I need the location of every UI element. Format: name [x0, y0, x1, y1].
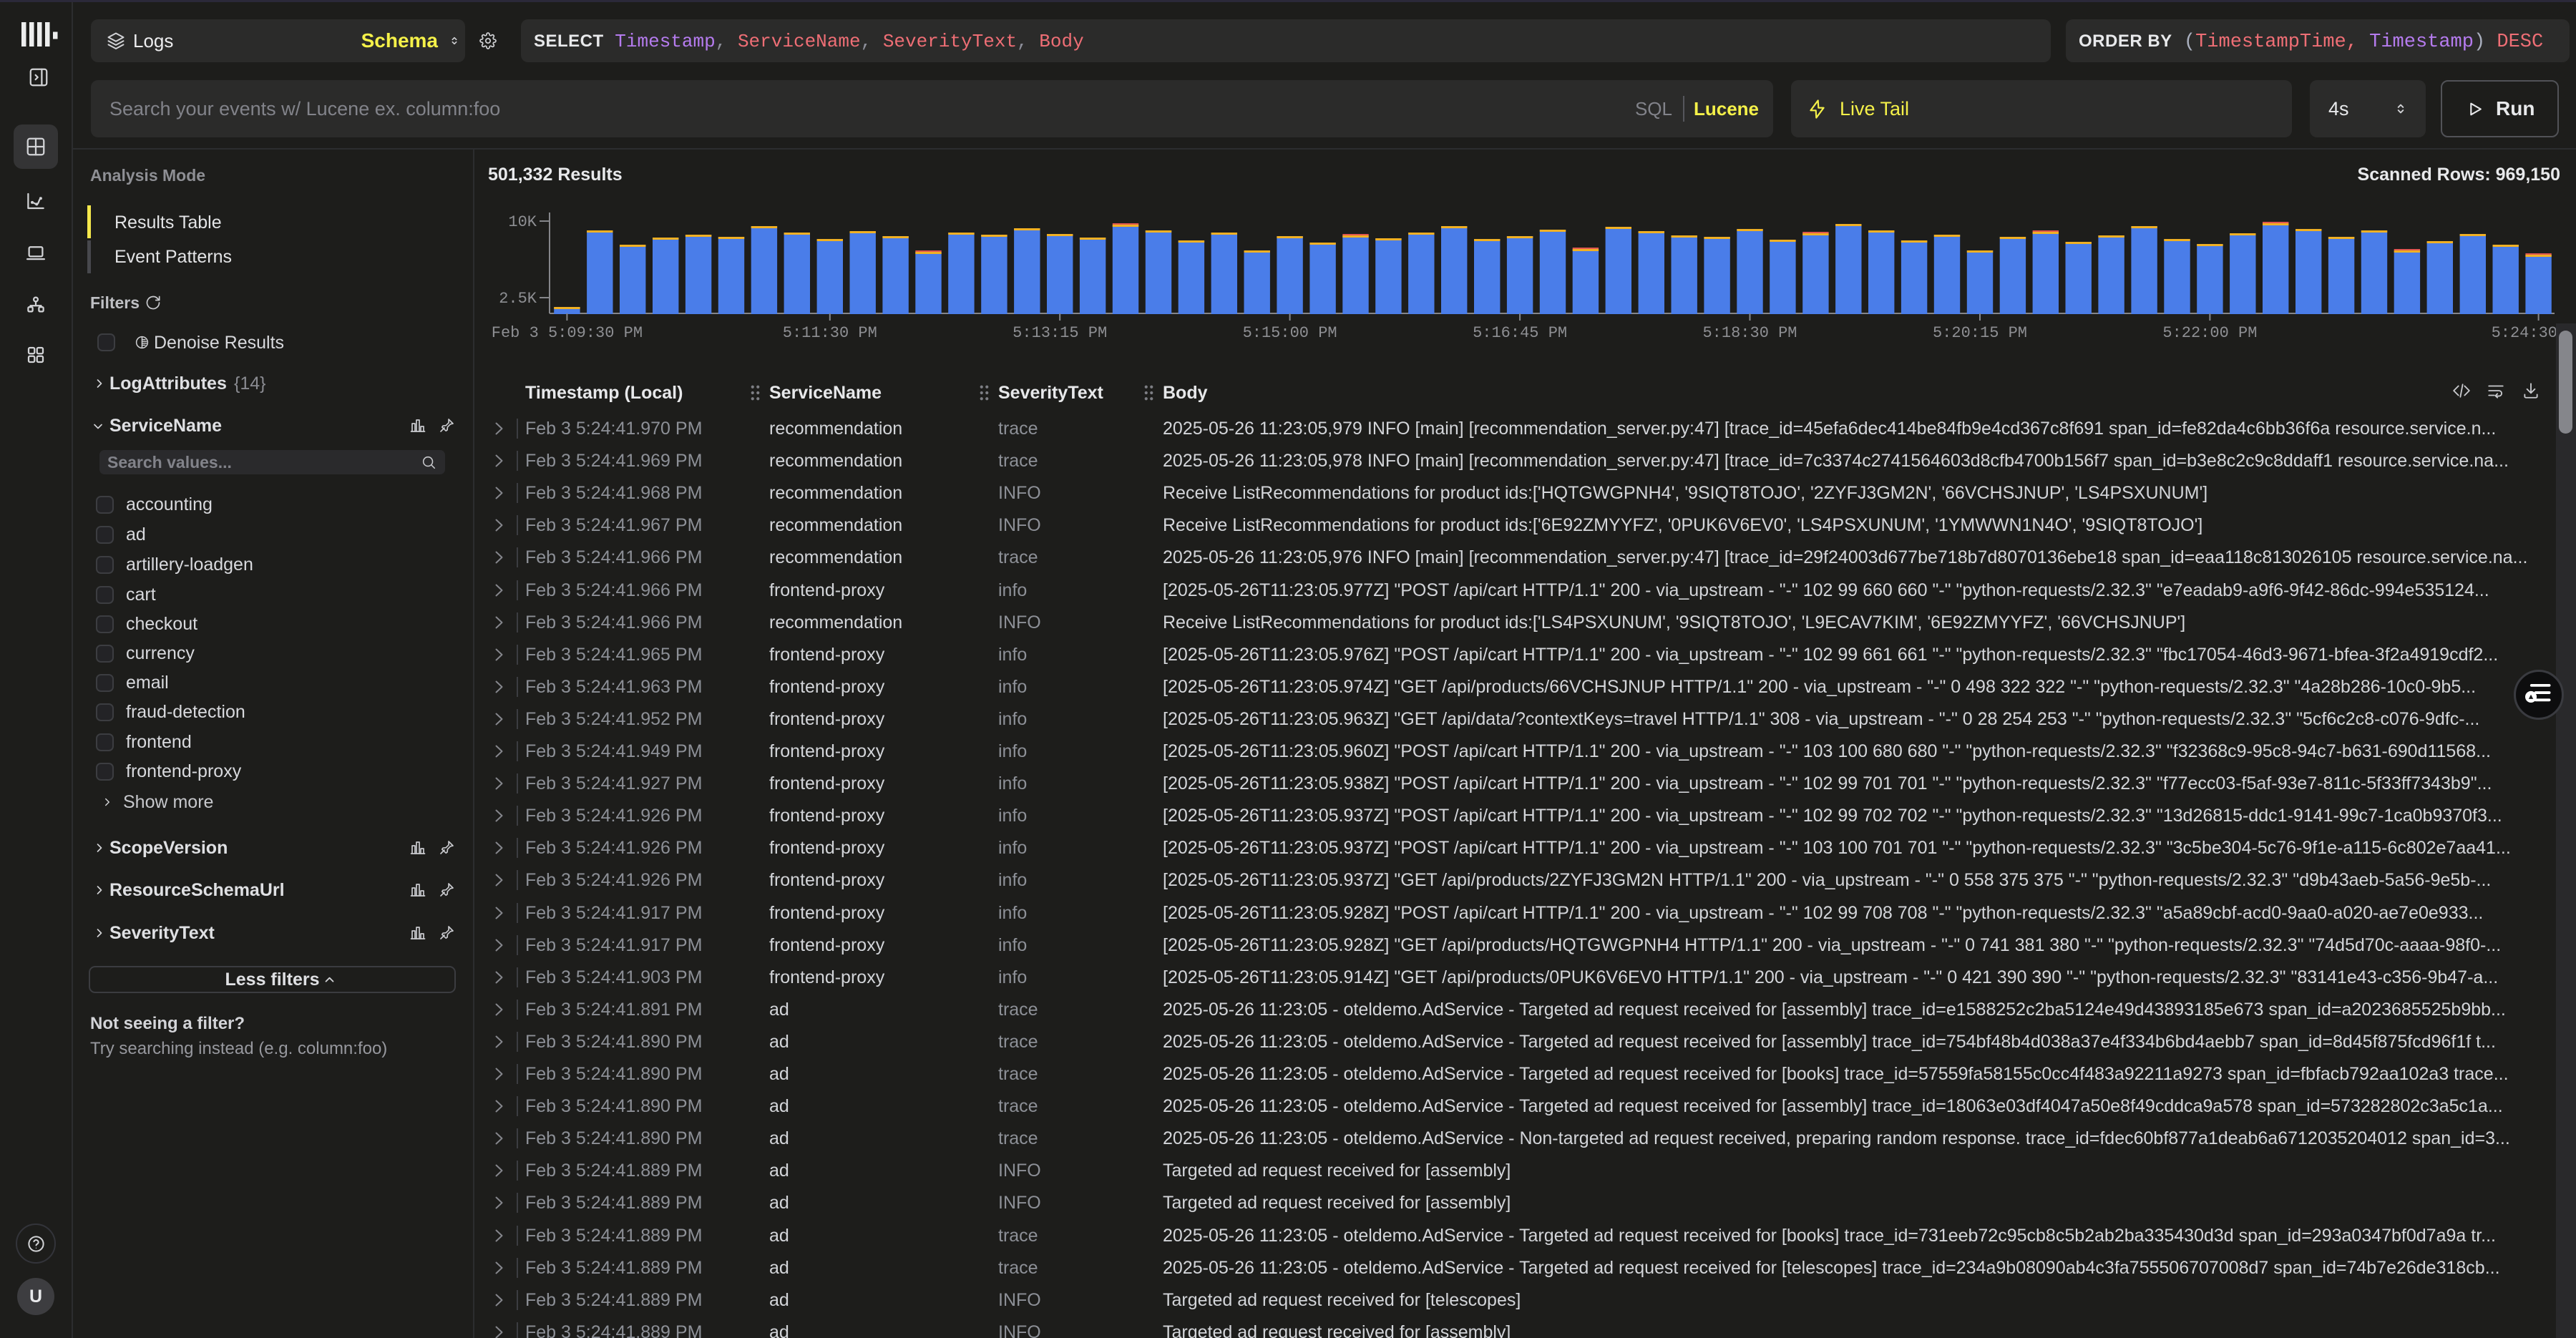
svg-text:5:16:45 PM: 5:16:45 PM [1473, 324, 1567, 342]
svg-text:5:13:15 PM: 5:13:15 PM [1013, 324, 1107, 342]
svg-text:5:11:30 PM: 5:11:30 PM [783, 324, 877, 342]
svg-text:5:18:30 PM: 5:18:30 PM [1702, 324, 1797, 342]
svg-text:5:15:00 PM: 5:15:00 PM [1243, 324, 1337, 342]
svg-text:2.5K: 2.5K [499, 290, 537, 308]
svg-text:10K: 10K [508, 213, 537, 231]
svg-text:5:22:00 PM: 5:22:00 PM [2162, 324, 2257, 342]
svg-text:Feb 3 5:09:30 PM: Feb 3 5:09:30 PM [492, 324, 643, 342]
svg-text:5:20:15 PM: 5:20:15 PM [1933, 324, 2027, 342]
